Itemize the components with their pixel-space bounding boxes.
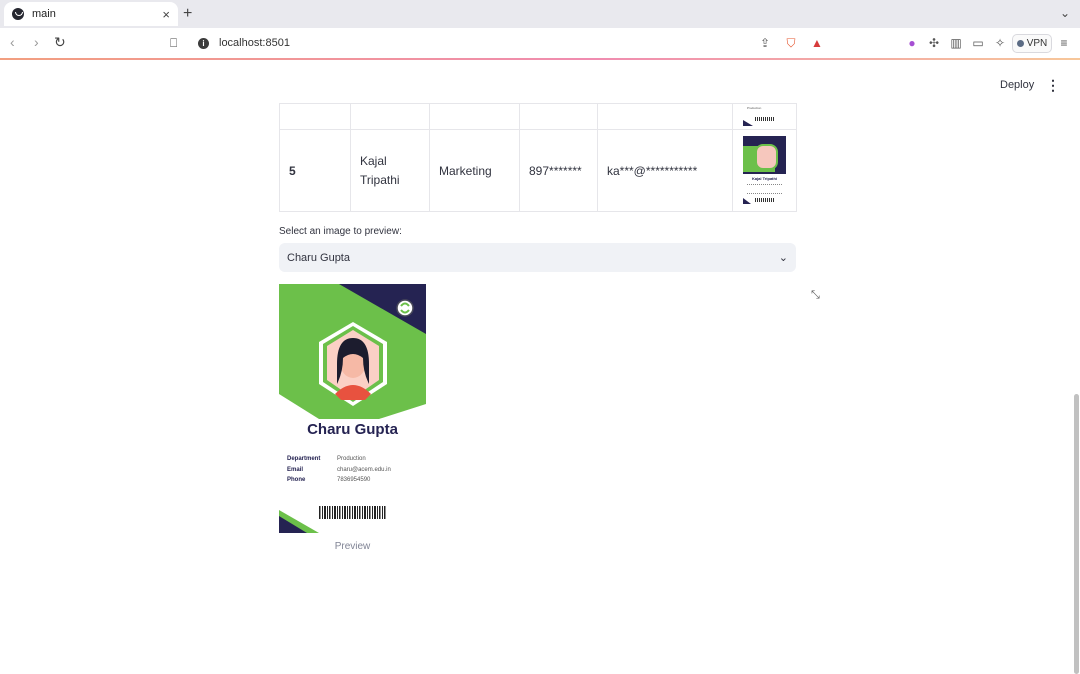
id-card-fields: Department Production Email charu@acem.e… xyxy=(287,456,391,488)
back-icon[interactable]: ‹ xyxy=(10,34,15,50)
deploy-button[interactable]: Deploy xyxy=(1000,79,1034,91)
id-card-name: Charu Gupta xyxy=(307,421,398,438)
vpn-status-icon xyxy=(1016,40,1024,47)
id-card-footer-graphic xyxy=(279,506,386,533)
streamlit-favicon-icon xyxy=(12,8,24,20)
cell-department xyxy=(429,103,520,130)
cell-id-card-image: Kajal Tripathi xyxy=(732,129,797,212)
browser-tab-bar: main × + ⌄ xyxy=(0,0,1080,28)
cell-id: 5 xyxy=(279,129,351,212)
extension-k-icon[interactable]: ● xyxy=(905,36,919,50)
bookmark-icon[interactable]: ⎕ xyxy=(170,36,177,51)
tab-list-chevron-icon[interactable]: ⌄ xyxy=(1060,6,1070,20)
corner-triangle xyxy=(743,198,751,204)
cell-name: Kajal Tripathi xyxy=(350,129,430,212)
cell-id xyxy=(279,103,351,130)
new-tab-button[interactable]: + xyxy=(183,5,192,23)
main-menu-icon[interactable]: ⋮ xyxy=(1046,77,1060,94)
share-icon[interactable]: ⇪ xyxy=(758,36,772,50)
image-caption: Preview xyxy=(334,541,371,552)
cell-phone xyxy=(519,103,598,130)
chevron-down-icon: ⌄ xyxy=(778,252,788,264)
id-card-field-row: Department Production xyxy=(287,456,391,467)
id-card-field-row: Email charu@acem.edu.in xyxy=(287,467,391,478)
toolbar-accent-line xyxy=(0,58,1080,60)
forward-icon[interactable]: › xyxy=(34,34,39,50)
cell-name xyxy=(350,103,430,130)
cell-department: Marketing xyxy=(429,129,520,212)
brave-rewards-icon[interactable]: ▲ xyxy=(810,36,824,50)
field-value: charu@acem.edu.in xyxy=(337,466,391,473)
corner-triangle xyxy=(743,120,753,126)
fullscreen-icon[interactable]: ⤡ xyxy=(811,289,820,302)
field-value: Production xyxy=(337,456,366,462)
thumb-name: Kajal Tripathi xyxy=(751,176,778,181)
address-bar[interactable]: i localhost:8501 xyxy=(190,32,838,54)
thumb-fields xyxy=(747,184,782,194)
avatar-icon xyxy=(755,144,778,170)
id-card-header-graphic xyxy=(279,284,426,419)
leo-ai-icon[interactable]: ✧ xyxy=(993,36,1007,50)
id-card-preview: Charu Gupta Department Production Email … xyxy=(279,284,426,533)
tab-close-icon[interactable]: × xyxy=(162,7,170,22)
site-info-icon[interactable]: i xyxy=(198,37,209,49)
extensions-puzzle-icon[interactable]: ✣ xyxy=(927,36,941,50)
table-row: 5 Kajal Tripathi Marketing 897******* ka… xyxy=(279,129,797,212)
browser-toolbar: ‹ › ↻ ⎕ i localhost:8501 ⇪ ⛉ ▲ ● ✣ ▥ ▭ ✧… xyxy=(0,28,1080,60)
url-text: localhost:8501 xyxy=(219,37,290,49)
employee-table: Production 5 Kajal Tripathi Marketing 89… xyxy=(279,103,797,212)
brave-shields-icon[interactable]: ⛉ xyxy=(784,36,798,50)
field-value: 7836954590 xyxy=(337,477,371,483)
cell-email: ka***@*********** xyxy=(597,129,733,212)
vpn-label: VPN xyxy=(1026,38,1048,49)
image-select[interactable]: Charu Gupta ⌄ xyxy=(279,243,796,272)
id-card-field-row: Phone 7836954590 xyxy=(287,477,391,488)
wallet-icon[interactable]: ▭ xyxy=(971,36,985,50)
cell-email xyxy=(597,103,733,130)
field-key: Department xyxy=(287,456,321,462)
browser-tab[interactable]: main × xyxy=(4,2,178,26)
cell-phone: 897******* xyxy=(519,129,598,212)
page-scrollbar[interactable] xyxy=(1074,394,1079,674)
selected-value: Charu Gupta xyxy=(287,251,350,264)
id-card-thumbnail: Kajal Tripathi xyxy=(743,136,786,204)
select-label: Select an image to preview: xyxy=(279,226,402,237)
tab-title: main xyxy=(32,8,56,20)
field-key: Phone xyxy=(287,477,306,483)
barcode-icon xyxy=(755,198,774,202)
id-card-thumbnail-partial: Production xyxy=(743,104,786,129)
vpn-button[interactable]: VPN xyxy=(1012,34,1052,53)
cell-id-card-image: Production xyxy=(732,103,797,130)
barcode-icon xyxy=(755,117,774,121)
table-row: Production xyxy=(279,103,797,130)
menu-icon[interactable]: ≡ xyxy=(1057,36,1071,50)
thumb-field: Production xyxy=(747,106,762,110)
reload-icon[interactable]: ↻ xyxy=(54,34,66,51)
field-key: Email xyxy=(287,466,304,473)
sidebar-icon[interactable]: ▥ xyxy=(949,36,963,50)
